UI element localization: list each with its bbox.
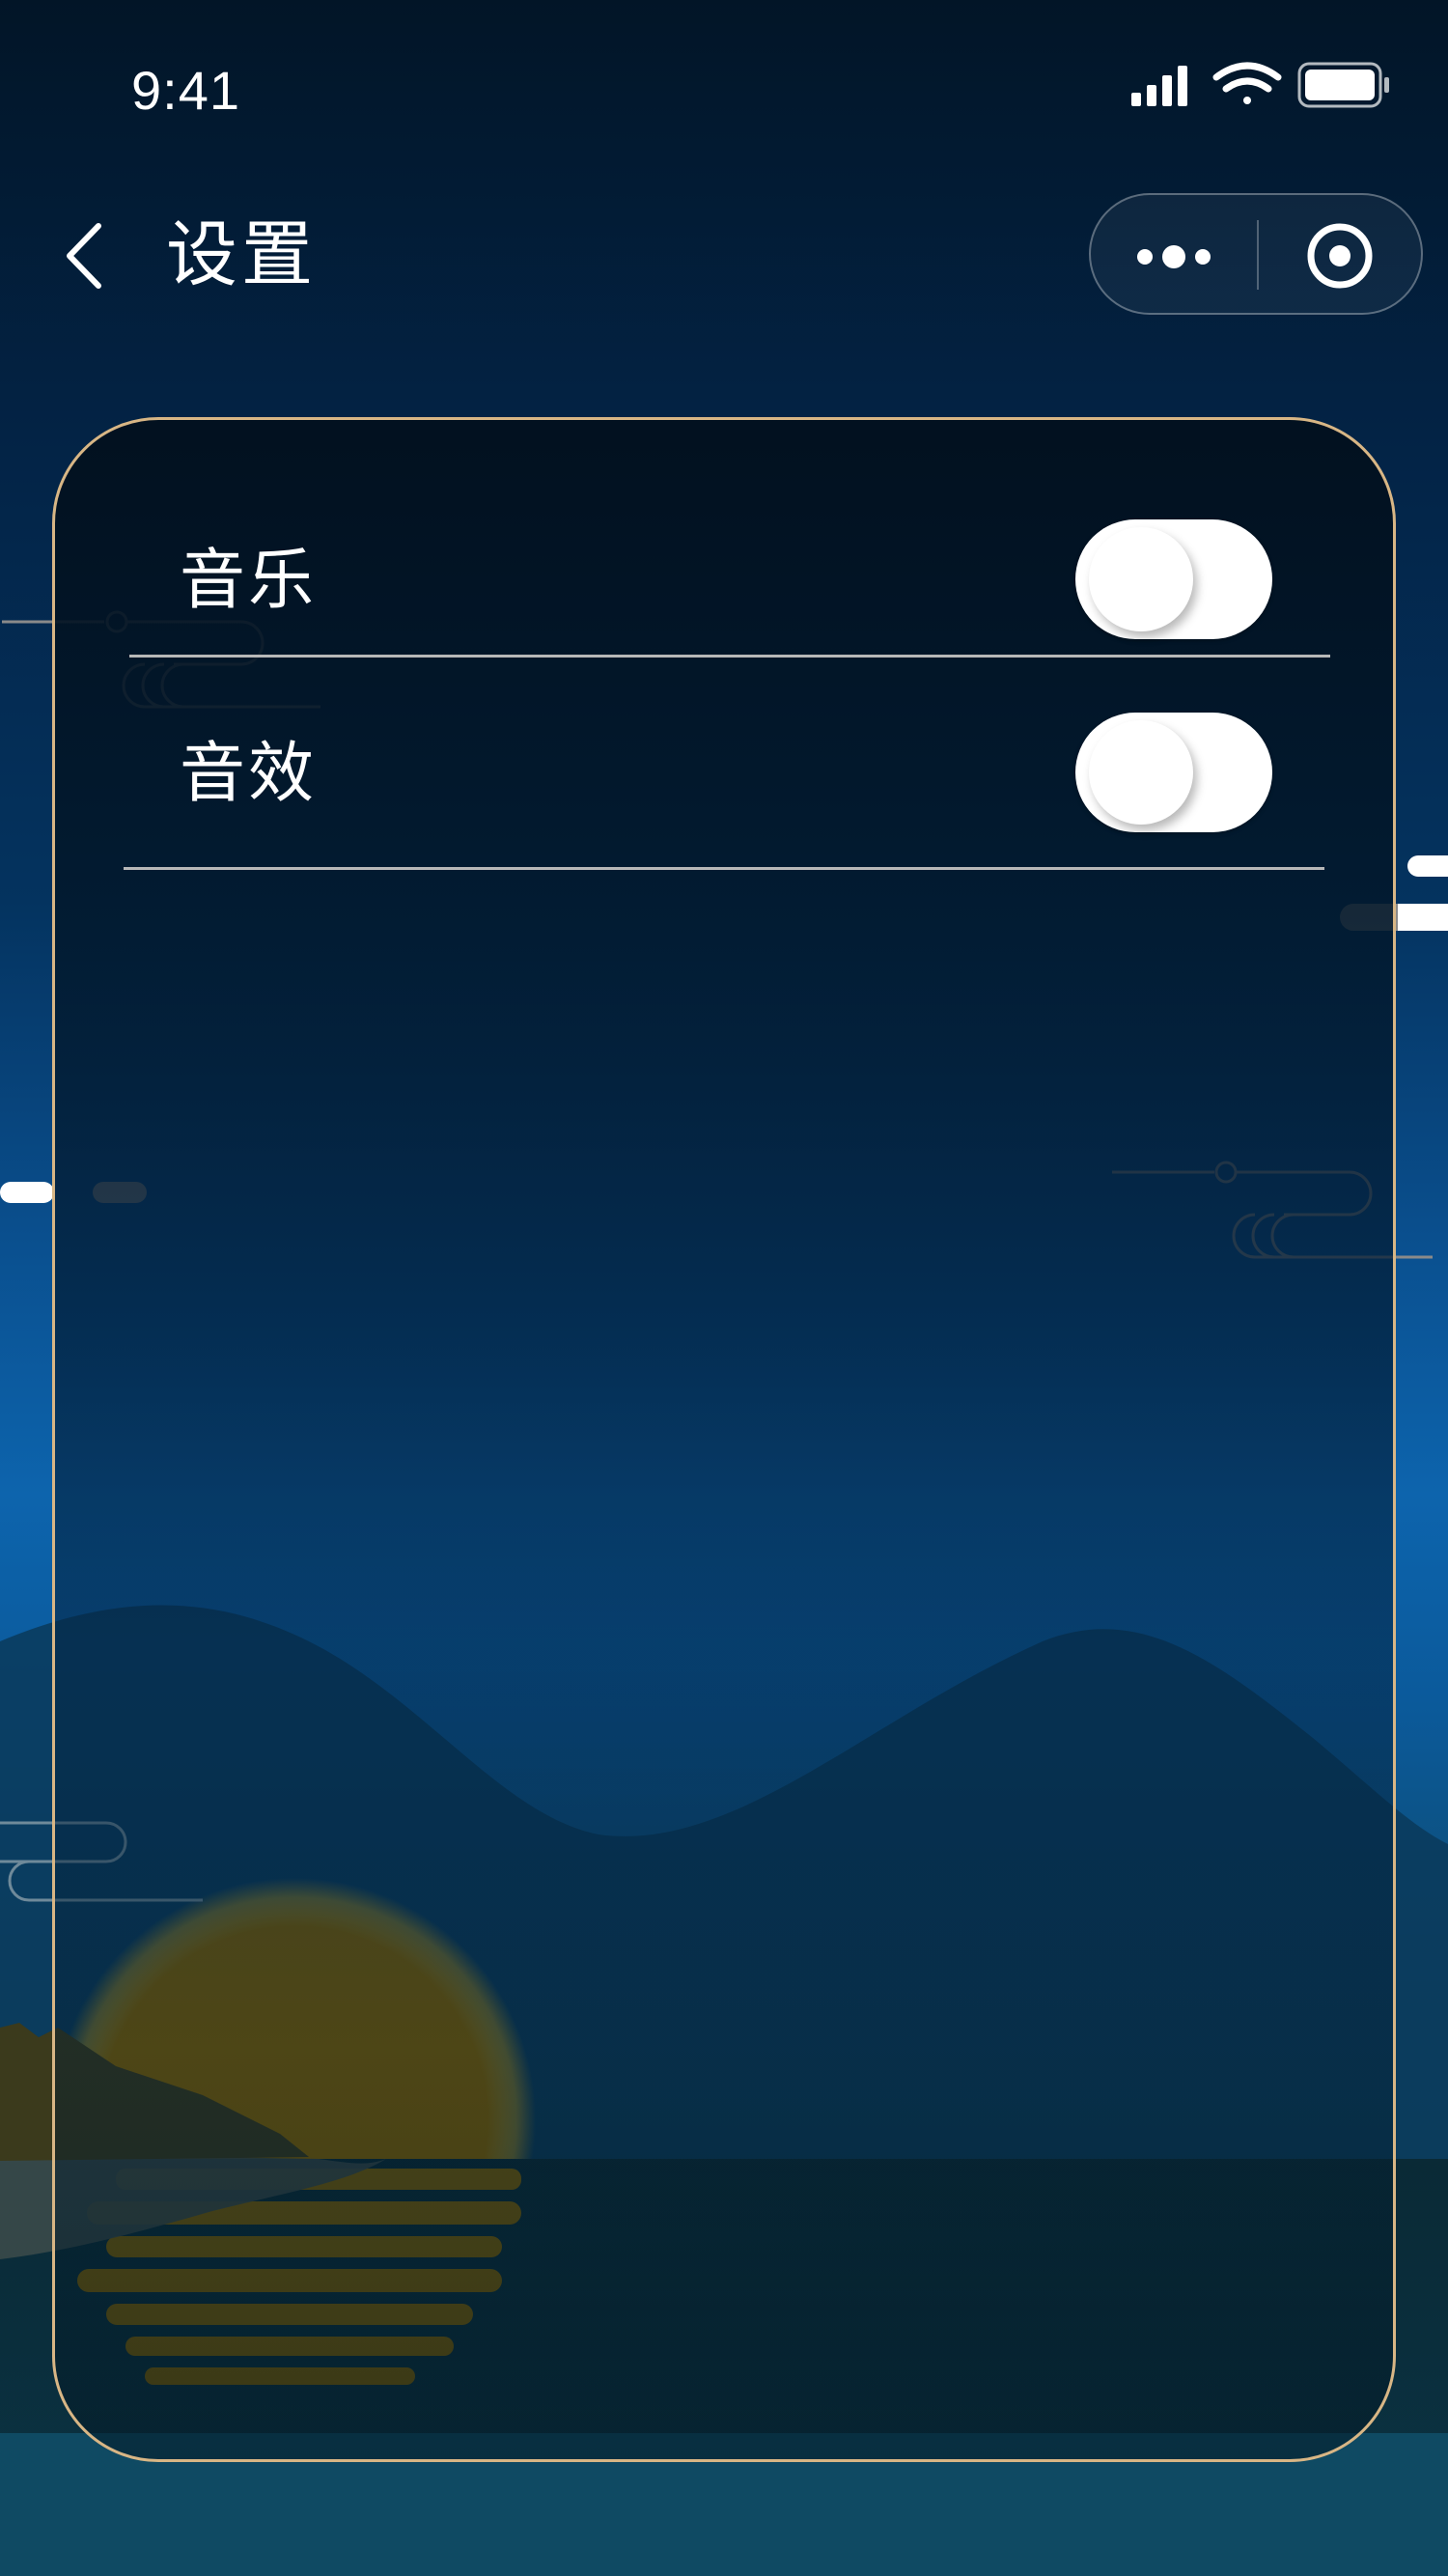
dash-decoration	[1398, 904, 1448, 931]
toggle-knob	[1089, 720, 1193, 825]
row-divider	[124, 867, 1324, 870]
status-icons	[1131, 62, 1389, 108]
status-time: 9:41	[131, 60, 240, 121]
back-button[interactable]	[48, 212, 125, 299]
signal-icon	[1131, 66, 1187, 106]
close-button[interactable]	[1259, 195, 1423, 313]
setting-label-sound-effects: 音效	[180, 736, 318, 812]
setting-label-music: 音乐	[180, 543, 318, 619]
target-circle-icon	[1307, 223, 1373, 289]
dash-decoration	[0, 1182, 54, 1203]
toggle-knob	[1089, 527, 1193, 631]
page-title: 设置	[166, 213, 317, 296]
sound-effects-toggle[interactable]	[1075, 713, 1272, 832]
more-dots-icon	[1137, 245, 1211, 268]
setting-row-music: 音乐	[125, 483, 1332, 676]
status-bar: 9:41	[0, 0, 1448, 183]
chevron-left-icon	[67, 223, 101, 289]
mini-program-capsule	[1089, 193, 1423, 315]
row-divider	[129, 655, 1330, 658]
setting-row-sound-effects: 音效	[125, 676, 1332, 869]
wifi-icon	[1212, 62, 1282, 104]
app-root: 9:41 设置 音乐 音效	[0, 0, 1448, 2576]
battery-icon	[1297, 62, 1389, 108]
more-button[interactable]	[1091, 195, 1257, 313]
dash-decoration	[1407, 855, 1448, 877]
music-toggle[interactable]	[1075, 519, 1272, 639]
